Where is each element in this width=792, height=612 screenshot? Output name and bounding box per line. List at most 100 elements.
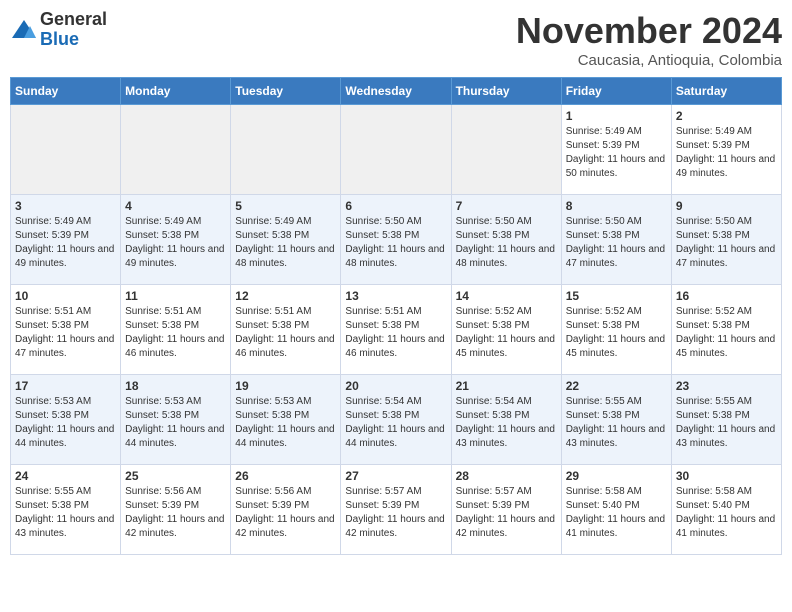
cell-4-4: 28 Sunrise: 5:57 AM Sunset: 5:39 PM Dayli… <box>451 465 561 555</box>
cell-2-0: 10 Sunrise: 5:51 AM Sunset: 5:38 PM Dayli… <box>11 285 121 375</box>
subtitle: Caucasia, Antioquia, Colombia <box>516 52 782 69</box>
logo-icon <box>10 16 38 44</box>
cell-info: Sunrise: 5:58 AM Sunset: 5:40 PM Dayligh… <box>566 485 667 541</box>
day-number: 9 <box>676 199 777 213</box>
cell-info: Sunrise: 5:52 AM Sunset: 5:38 PM Dayligh… <box>676 305 777 361</box>
day-number: 11 <box>125 289 226 303</box>
cell-info: Sunrise: 5:49 AM Sunset: 5:39 PM Dayligh… <box>676 125 777 181</box>
week-row-1: 3 Sunrise: 5:49 AM Sunset: 5:39 PM Daylig… <box>11 195 782 285</box>
header: General Blue November 2024 Caucasia, Ant… <box>10 10 782 69</box>
day-number: 23 <box>676 379 777 393</box>
day-number: 7 <box>456 199 557 213</box>
cell-1-4: 7 Sunrise: 5:50 AM Sunset: 5:38 PM Daylig… <box>451 195 561 285</box>
cell-info: Sunrise: 5:56 AM Sunset: 5:39 PM Dayligh… <box>125 485 226 541</box>
cell-4-0: 24 Sunrise: 5:55 AM Sunset: 5:38 PM Dayli… <box>11 465 121 555</box>
cell-info: Sunrise: 5:54 AM Sunset: 5:38 PM Dayligh… <box>456 395 557 451</box>
cell-2-3: 13Sunrise: 5:51 AM Sunset: 5:38 PM Dayli… <box>341 285 451 375</box>
cell-info: Sunrise: 5:53 AM Sunset: 5:38 PM Dayligh… <box>15 395 116 451</box>
col-friday: Friday <box>561 78 671 105</box>
day-number: 25 <box>125 469 226 483</box>
cell-info: Sunrise: 5:57 AM Sunset: 5:39 PM Dayligh… <box>456 485 557 541</box>
cell-info: Sunrise: 5:54 AM Sunset: 5:38 PM Dayligh… <box>345 395 446 451</box>
cell-info: Sunrise: 5:52 AM Sunset: 5:38 PM Dayligh… <box>456 305 557 361</box>
cell-info: Sunrise: 5:52 AM Sunset: 5:38 PM Dayligh… <box>566 305 667 361</box>
cell-info: Sunrise: 5:55 AM Sunset: 5:38 PM Dayligh… <box>15 485 116 541</box>
cell-2-1: 11 Sunrise: 5:51 AM Sunset: 5:38 PM Dayli… <box>121 285 231 375</box>
col-wednesday: Wednesday <box>341 78 451 105</box>
week-row-4: 24 Sunrise: 5:55 AM Sunset: 5:38 PM Dayli… <box>11 465 782 555</box>
day-number: 12 <box>235 289 336 303</box>
cell-1-1: 4 Sunrise: 5:49 AM Sunset: 5:38 PM Daylig… <box>121 195 231 285</box>
calendar-table: Sunday Monday Tuesday Wednesday Thursday… <box>10 77 782 555</box>
day-number: 4 <box>125 199 226 213</box>
day-number: 15 <box>566 289 667 303</box>
cell-2-6: 16 Sunrise: 5:52 AM Sunset: 5:38 PM Dayli… <box>671 285 781 375</box>
week-row-0: 1 Sunrise: 5:49 AM Sunset: 5:39 PM Daylig… <box>11 105 782 195</box>
cell-info: Sunrise: 5:56 AM Sunset: 5:39 PM Dayligh… <box>235 485 336 541</box>
cell-3-3: 20Sunrise: 5:54 AM Sunset: 5:38 PM Dayli… <box>341 375 451 465</box>
calendar-header: Sunday Monday Tuesday Wednesday Thursday… <box>11 78 782 105</box>
day-number: 19 <box>235 379 336 393</box>
logo: General Blue <box>10 10 107 50</box>
cell-0-3 <box>341 105 451 195</box>
cell-info: Sunrise: 5:53 AM Sunset: 5:38 PM Dayligh… <box>125 395 226 451</box>
day-number: 13 <box>345 289 446 303</box>
cell-1-0: 3 Sunrise: 5:49 AM Sunset: 5:39 PM Daylig… <box>11 195 121 285</box>
day-number: 10 <box>15 289 116 303</box>
cell-4-5: 29 Sunrise: 5:58 AM Sunset: 5:40 PM Dayli… <box>561 465 671 555</box>
cell-3-4: 21Sunrise: 5:54 AM Sunset: 5:38 PM Dayli… <box>451 375 561 465</box>
cell-info: Sunrise: 5:55 AM Sunset: 5:38 PM Dayligh… <box>566 395 667 451</box>
cell-info: Sunrise: 5:49 AM Sunset: 5:38 PM Dayligh… <box>125 215 226 271</box>
day-number: 8 <box>566 199 667 213</box>
header-row: Sunday Monday Tuesday Wednesday Thursday… <box>11 78 782 105</box>
day-number: 1 <box>566 109 667 123</box>
cell-2-5: 15 Sunrise: 5:52 AM Sunset: 5:38 PM Dayli… <box>561 285 671 375</box>
cell-info: Sunrise: 5:55 AM Sunset: 5:38 PM Dayligh… <box>676 395 777 451</box>
title-block: November 2024 Caucasia, Antioquia, Colom… <box>516 10 782 69</box>
day-number: 18 <box>125 379 226 393</box>
cell-4-2: 26Sunrise: 5:56 AM Sunset: 5:39 PM Dayli… <box>231 465 341 555</box>
cell-0-1 <box>121 105 231 195</box>
cell-1-6: 9Sunrise: 5:50 AM Sunset: 5:38 PM Daylig… <box>671 195 781 285</box>
day-number: 29 <box>566 469 667 483</box>
day-number: 5 <box>235 199 336 213</box>
week-row-2: 10 Sunrise: 5:51 AM Sunset: 5:38 PM Dayli… <box>11 285 782 375</box>
cell-0-2 <box>231 105 341 195</box>
cell-info: Sunrise: 5:50 AM Sunset: 5:38 PM Dayligh… <box>456 215 557 271</box>
cell-3-6: 23 Sunrise: 5:55 AM Sunset: 5:38 PM Dayli… <box>671 375 781 465</box>
cell-3-5: 22 Sunrise: 5:55 AM Sunset: 5:38 PM Dayli… <box>561 375 671 465</box>
col-saturday: Saturday <box>671 78 781 105</box>
cell-info: Sunrise: 5:51 AM Sunset: 5:38 PM Dayligh… <box>235 305 336 361</box>
day-number: 30 <box>676 469 777 483</box>
cell-3-0: 17 Sunrise: 5:53 AM Sunset: 5:38 PM Dayli… <box>11 375 121 465</box>
cell-4-6: 30Sunrise: 5:58 AM Sunset: 5:40 PM Dayli… <box>671 465 781 555</box>
day-number: 17 <box>15 379 116 393</box>
cell-info: Sunrise: 5:49 AM Sunset: 5:39 PM Dayligh… <box>566 125 667 181</box>
day-number: 2 <box>676 109 777 123</box>
cell-4-1: 25 Sunrise: 5:56 AM Sunset: 5:39 PM Dayli… <box>121 465 231 555</box>
day-number: 3 <box>15 199 116 213</box>
day-number: 16 <box>676 289 777 303</box>
cell-0-5: 1 Sunrise: 5:49 AM Sunset: 5:39 PM Daylig… <box>561 105 671 195</box>
logo-blue: Blue <box>40 29 79 49</box>
cell-info: Sunrise: 5:50 AM Sunset: 5:38 PM Dayligh… <box>566 215 667 271</box>
cell-info: Sunrise: 5:50 AM Sunset: 5:38 PM Dayligh… <box>345 215 446 271</box>
col-monday: Monday <box>121 78 231 105</box>
day-number: 28 <box>456 469 557 483</box>
day-number: 22 <box>566 379 667 393</box>
cell-4-3: 27Sunrise: 5:57 AM Sunset: 5:39 PM Dayli… <box>341 465 451 555</box>
week-row-3: 17 Sunrise: 5:53 AM Sunset: 5:38 PM Dayli… <box>11 375 782 465</box>
calendar-body: 1 Sunrise: 5:49 AM Sunset: 5:39 PM Daylig… <box>11 105 782 555</box>
logo-general: General <box>40 9 107 29</box>
cell-info: Sunrise: 5:51 AM Sunset: 5:38 PM Dayligh… <box>15 305 116 361</box>
day-number: 24 <box>15 469 116 483</box>
cell-1-3: 6Sunrise: 5:50 AM Sunset: 5:38 PM Daylig… <box>341 195 451 285</box>
cell-1-5: 8 Sunrise: 5:50 AM Sunset: 5:38 PM Daylig… <box>561 195 671 285</box>
cell-2-2: 12 Sunrise: 5:51 AM Sunset: 5:38 PM Dayli… <box>231 285 341 375</box>
cell-info: Sunrise: 5:49 AM Sunset: 5:39 PM Dayligh… <box>15 215 116 271</box>
month-title: November 2024 <box>516 10 782 52</box>
cell-3-2: 19Sunrise: 5:53 AM Sunset: 5:38 PM Dayli… <box>231 375 341 465</box>
cell-info: Sunrise: 5:51 AM Sunset: 5:38 PM Dayligh… <box>125 305 226 361</box>
cell-0-6: 2 Sunrise: 5:49 AM Sunset: 5:39 PM Daylig… <box>671 105 781 195</box>
cell-3-1: 18 Sunrise: 5:53 AM Sunset: 5:38 PM Dayli… <box>121 375 231 465</box>
